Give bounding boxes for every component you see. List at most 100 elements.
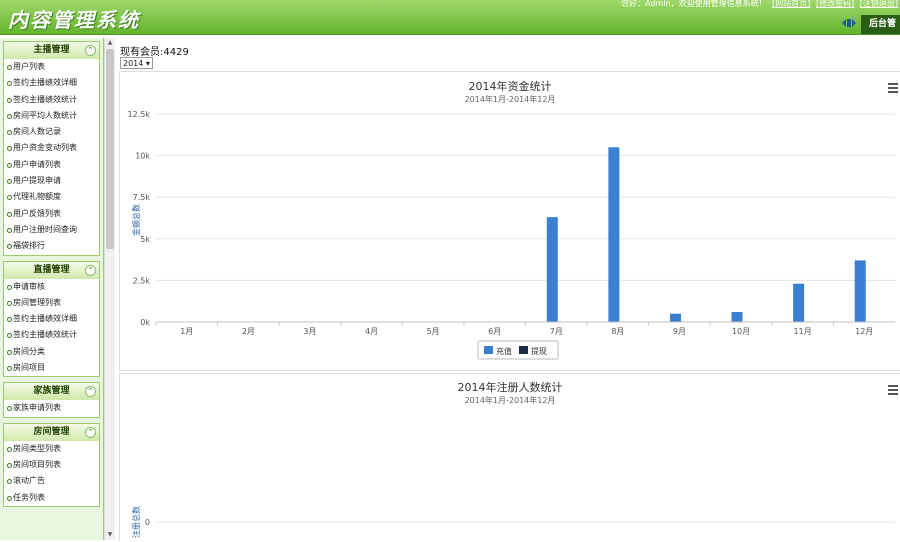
- legend-swatch-recharge: [484, 346, 493, 354]
- x-tick-label: 7月: [550, 327, 563, 336]
- header-info: 您好：Admin，欢迎使用管理信息系统！ [网站首页] [修改密码] [注销退出…: [621, 0, 898, 9]
- chart-menu-icon[interactable]: [888, 83, 898, 95]
- y-axis-label: 注册总数: [131, 506, 141, 538]
- x-tick-label: 2月: [242, 327, 255, 336]
- sidebar-group-live: 直播管理 ⌃ 申请审核 房间管理列表 签约主播绩效详细 签约主播绩效统计 房间分…: [3, 260, 100, 378]
- collapse-icon[interactable]: ⌃: [85, 45, 96, 56]
- bar-recharge-11[interactable]: [793, 283, 805, 322]
- legend-swatch-withdraw: [519, 346, 528, 354]
- sidebar-group-header[interactable]: 主播管理 ⌃: [4, 42, 99, 59]
- sidebar-item[interactable]: 任务列表: [4, 490, 99, 506]
- sidebar-toggle-icon[interactable]: [842, 18, 856, 28]
- collapse-icon[interactable]: ⌃: [85, 264, 96, 276]
- sidebar-group-room: 房间管理 ⌃ 房间类型列表 房间项目列表 滚动广告 任务列表: [3, 422, 100, 507]
- chart-title: 2014年资金统计: [469, 79, 552, 93]
- sidebar-item[interactable]: 家族申请列表: [4, 400, 99, 416]
- bar-recharge-9[interactable]: [669, 313, 681, 322]
- sidebar-item[interactable]: 用户资金变动列表: [4, 140, 99, 156]
- sidebar-item[interactable]: 用户反馈列表: [4, 206, 99, 222]
- sidebar-item[interactable]: 房间类型列表: [4, 441, 99, 457]
- sidebar-item[interactable]: 签约主播绩效统计: [4, 327, 99, 343]
- sidebar-item[interactable]: 签约主播绩效详细: [4, 75, 99, 91]
- bar-recharge-10[interactable]: [731, 312, 743, 322]
- sidebar-group-title: 房间管理: [33, 426, 70, 437]
- x-tick-label: 10月: [732, 327, 750, 336]
- sidebar-item[interactable]: 房间项目列表: [4, 457, 99, 473]
- sidebar-scrollbar[interactable]: ▲ ▼: [104, 38, 115, 540]
- nav-strip: 后台管: [0, 14, 900, 34]
- sidebar-group-anchor: 主播管理 ⌃ 用户列表 签约主播绩效详细 签约主播绩效统计 房间平均人数统计 房…: [3, 41, 100, 256]
- x-tick-label: 1月: [180, 327, 193, 336]
- y-tick-label: 0: [145, 518, 150, 527]
- top-header: 内容管理系统 您好：Admin，欢迎使用管理信息系统！ [网站首页] [修改密码…: [0, 0, 900, 35]
- x-tick-label: 12月: [855, 327, 873, 336]
- x-tick-label: 11月: [794, 327, 812, 336]
- year-select[interactable]: 2014 ▾: [120, 57, 153, 69]
- sidebar-item[interactable]: 签约主播绩效详细: [4, 311, 99, 327]
- chart-legend: 充值 提现: [477, 340, 559, 360]
- sidebar-item[interactable]: 代理礼物额度: [4, 189, 99, 205]
- y-axis-label: 金额总数: [131, 204, 141, 236]
- legend-label-recharge[interactable]: 充值: [496, 346, 512, 356]
- sidebar: 主播管理 ⌃ 用户列表 签约主播绩效详细 签约主播绩效统计 房间平均人数统计 房…: [0, 38, 104, 540]
- main-content: 现有会员:4429 2014 ▾ 2014年资金统计 2014年1月-2014年…: [115, 38, 900, 541]
- sidebar-item[interactable]: 申请审核: [4, 279, 99, 295]
- logout-link[interactable]: [注销退出]: [860, 0, 898, 8]
- funds-chart-panel: 2014年资金统计 2014年1月-2014年12月 金额总数 1月 2月 3月 4月…: [119, 71, 900, 371]
- y-tick-label: 2.5k: [133, 276, 151, 285]
- x-tick-label: 4月: [365, 327, 378, 336]
- home-link[interactable]: [网站首页]: [772, 0, 810, 8]
- x-tick-label: 6月: [488, 327, 501, 336]
- bar-recharge-12[interactable]: [854, 260, 866, 322]
- y-tick-label: 7.5k: [133, 193, 151, 202]
- welcome-text: 您好：Admin，欢迎使用管理信息系统！: [621, 0, 767, 8]
- change-password-link[interactable]: [修改密码]: [816, 0, 854, 8]
- collapse-icon[interactable]: ⌃: [85, 426, 96, 438]
- chart-title: 2014年注册人数统计: [458, 380, 563, 394]
- y-tick-label: 0k: [140, 318, 150, 327]
- chart-menu-icon[interactable]: [888, 385, 898, 397]
- registration-chart: 2014年注册人数统计 2014年1月-2014年12月 0 注册总数: [131, 380, 895, 538]
- year-select-value: 2014: [123, 59, 144, 68]
- sidebar-item[interactable]: 房间管理列表: [4, 295, 99, 311]
- chart-subtitle: 2014年1月-2014年12月: [465, 395, 556, 405]
- bar-recharge-7[interactable]: [546, 217, 558, 322]
- sidebar-group-title: 主播管理: [33, 45, 70, 55]
- bar-recharge-8[interactable]: [608, 147, 620, 322]
- y-tick-label: 10k: [135, 152, 150, 161]
- sidebar-item[interactable]: 房间分类: [4, 344, 99, 360]
- sidebar-item[interactable]: 用户申请列表: [4, 157, 99, 173]
- registration-chart-panel: 2014年注册人数统计 2014年1月-2014年12月 0 注册总数: [119, 373, 900, 541]
- sidebar-item[interactable]: 用户提现申请: [4, 173, 99, 189]
- member-count: 现有会员:4429: [120, 47, 189, 58]
- sidebar-group-family: 家族管理 ⌃ 家族申请列表: [3, 382, 100, 418]
- y-tick-label: 12.5k: [128, 110, 151, 119]
- scroll-up-icon[interactable]: ▲: [106, 39, 114, 47]
- sidebar-group-title: 直播管理: [33, 264, 70, 275]
- scroll-down-icon[interactable]: ▼: [106, 531, 114, 539]
- sidebar-group-title: 家族管理: [33, 386, 70, 397]
- y-tick-label: 5k: [140, 235, 150, 244]
- x-tick-label: 3月: [303, 327, 316, 336]
- x-tick-label: 5月: [427, 327, 440, 336]
- collapse-icon[interactable]: ⌃: [85, 386, 96, 398]
- sidebar-item[interactable]: 福袋排行: [4, 238, 99, 254]
- sidebar-item[interactable]: 用户列表: [4, 59, 99, 75]
- x-tick-label: 8月: [611, 327, 624, 336]
- legend-label-withdraw[interactable]: 提现: [531, 346, 547, 356]
- admin-tab[interactable]: 后台管: [860, 15, 900, 34]
- sidebar-item[interactable]: 房间项目: [4, 360, 99, 376]
- sidebar-item[interactable]: 签约主播绩效统计: [4, 92, 99, 108]
- sidebar-item[interactable]: 滚动广告: [4, 473, 99, 489]
- sidebar-item[interactable]: 房间平均人数统计: [4, 108, 99, 124]
- sidebar-group-header[interactable]: 房间管理 ⌃: [4, 423, 99, 441]
- dropdown-arrow-icon: ▾: [145, 59, 150, 68]
- sidebar-group-header[interactable]: 直播管理 ⌃: [4, 261, 99, 279]
- scroll-thumb[interactable]: [106, 49, 114, 249]
- chart-subtitle: 2014年1月-2014年12月: [465, 94, 556, 104]
- sidebar-item[interactable]: 用户注册时间查询: [4, 222, 99, 238]
- funds-chart: 2014年资金统计 2014年1月-2014年12月 金额总数 1月 2月 3月 4月…: [128, 79, 895, 360]
- sidebar-group-header[interactable]: 家族管理 ⌃: [4, 383, 99, 401]
- x-tick-label: 9月: [673, 327, 686, 336]
- sidebar-item[interactable]: 房间人数记录: [4, 124, 99, 140]
